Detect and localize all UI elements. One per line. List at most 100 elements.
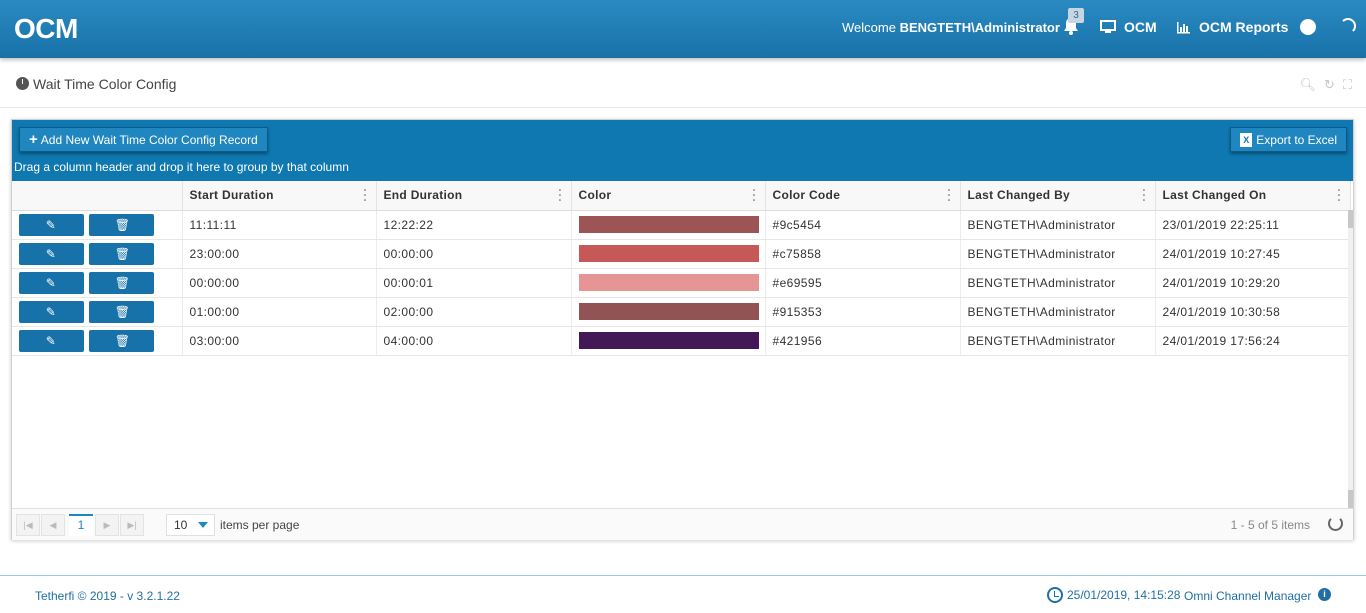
bar-chart-icon — [1177, 21, 1190, 33]
column-header-label: Last Changed On — [1162, 188, 1267, 203]
delete-button[interactable]: 🗑︎ — [88, 242, 154, 265]
edit-button[interactable]: ✎ — [19, 300, 84, 323]
cell-color — [571, 268, 766, 298]
edit-button[interactable]: ✎ — [19, 242, 84, 265]
last-page-button[interactable]: ▶| — [120, 514, 144, 536]
column-header-start-duration[interactable]: Start Duration · · · — [182, 181, 377, 211]
color-swatch — [578, 245, 759, 262]
column-menu-icon[interactable]: · · · — [558, 184, 562, 206]
column-header-label: End Duration — [383, 188, 463, 203]
nav-ocm-reports[interactable]: OCM Reports — [1176, 19, 1288, 35]
cell-color — [571, 239, 766, 269]
column-header-last-changed-by[interactable]: Last Changed By · · · — [960, 181, 1156, 211]
page-title: Wait Time Color Config — [33, 76, 177, 92]
cell-last-changed-by: BENGTETH\Administrator — [960, 297, 1156, 327]
column-header-color-code[interactable]: Color Code · · · — [765, 181, 961, 211]
welcome-user: BENGTETH\Administrator — [899, 20, 1060, 35]
clock-icon — [1047, 587, 1063, 603]
add-record-button[interactable]: + Add New Wait Time Color Config Record — [19, 127, 268, 152]
grid-pager: |◀ ◀ 1 ▶ ▶| 10 items per page 1 - 5 of 5… — [12, 508, 1353, 540]
search-icon[interactable]: 🔍︎ — [1299, 77, 1316, 93]
cell-end-duration: 00:00:00 — [376, 239, 572, 269]
color-swatch — [578, 274, 759, 291]
color-swatch — [578, 216, 759, 233]
edit-button[interactable]: ✎ — [19, 329, 84, 352]
grid-toolbar: + Add New Wait Time Color Config Record … — [12, 120, 1353, 181]
column-header-last-changed-on[interactable]: Last Changed On · · · — [1155, 181, 1351, 211]
vertical-scrollbar[interactable] — [1348, 210, 1353, 508]
cell-end-duration: 02:00:00 — [376, 297, 572, 327]
table-row[interactable]: ✎ 🗑︎ 00:00:00 00:00:01 #e69595 BENGTETH\Admi… — [12, 268, 1351, 298]
welcome-text: Welcome BENGTETH\Administrator — [842, 20, 1060, 35]
delete-button[interactable]: 🗑︎ — [88, 271, 154, 294]
export-excel-label: Export to Excel — [1256, 132, 1337, 147]
footer: Tetherfi © 2019 - v 3.2.1.22 25/01/2019,… — [0, 575, 1366, 613]
pager-info: 1 - 5 of 5 items — [1230, 518, 1310, 532]
column-header-label: Color Code — [772, 188, 841, 203]
data-grid: Start Duration · · · End Duration · · · Color ·… — [12, 181, 1351, 356]
pencil-icon: ✎ — [45, 275, 57, 290]
cell-last-changed-by: BENGTETH\Administrator — [960, 268, 1156, 298]
delete-button[interactable]: 🗑︎ — [88, 329, 154, 352]
cell-start-duration: 11:11:11 — [182, 210, 377, 240]
delete-button[interactable]: 🗑︎ — [88, 213, 154, 236]
column-menu-icon[interactable]: · · · — [363, 184, 367, 206]
column-header-end-duration[interactable]: End Duration · · · — [376, 181, 572, 211]
color-swatch — [578, 332, 759, 349]
info-icon[interactable]: i — [1318, 588, 1331, 601]
edit-button[interactable]: ✎ — [19, 213, 84, 236]
pencil-icon: ✎ — [45, 333, 57, 348]
page-header: Wait Time Color Config 🔍︎ ↻ ⛶ — [0, 62, 1366, 108]
row-actions: ✎ 🗑︎ — [12, 326, 183, 356]
datetime-text: 25/01/2019, 14:15:28 — [1067, 588, 1181, 602]
app-logo[interactable]: OCM — [14, 13, 78, 45]
table-row[interactable]: ✎ 🗑︎ 23:00:00 00:00:00 #c75858 BENGTETH\Admi… — [12, 239, 1351, 269]
excel-icon: X — [1240, 132, 1253, 147]
chevron-down-icon — [198, 522, 208, 528]
cell-last-changed-by: BENGTETH\Administrator — [960, 210, 1156, 240]
cell-last-changed-by: BENGTETH\Administrator — [960, 239, 1156, 269]
notification-badge: 3 — [1068, 8, 1084, 23]
column-header-color[interactable]: Color · · · — [571, 181, 766, 211]
column-menu-icon[interactable]: · · · — [947, 184, 951, 206]
cell-end-duration: 12:22:22 — [376, 210, 572, 240]
cell-start-duration: 23:00:00 — [182, 239, 377, 269]
export-excel-button[interactable]: X Export to Excel — [1230, 127, 1347, 152]
cell-color — [571, 297, 766, 327]
fullscreen-icon[interactable]: ⛶ — [1343, 77, 1352, 93]
cell-last-changed-on: 24/01/2019 10:30:58 — [1155, 297, 1351, 327]
scrollbar-end — [1348, 490, 1353, 508]
welcome-prefix: Welcome — [842, 20, 896, 35]
prev-page-button[interactable]: ◀ — [41, 514, 65, 536]
nav-ocm-label: OCM — [1124, 19, 1157, 35]
column-header-label: Last Changed By — [967, 188, 1071, 203]
scrollbar-thumb[interactable] — [1348, 210, 1353, 228]
page-size-select[interactable]: 10 — [166, 514, 215, 536]
refresh-icon[interactable] — [1328, 516, 1343, 531]
delete-button[interactable]: 🗑︎ — [88, 300, 154, 323]
row-actions: ✎ 🗑︎ — [12, 268, 183, 298]
top-header: OCM Welcome BENGTETH\Administrator 3 OCM… — [0, 0, 1366, 58]
column-menu-icon[interactable]: · · · — [752, 184, 756, 206]
row-actions: ✎ 🗑︎ — [12, 210, 183, 240]
refresh-icon[interactable]: ↻ — [1324, 77, 1335, 93]
table-row[interactable]: ✎ 🗑︎ 11:11:11 12:22:22 #9c5454 BENGTETH\Admi… — [12, 210, 1351, 240]
cell-last-changed-on: 24/01/2019 10:27:45 — [1155, 239, 1351, 269]
trash-icon: 🗑︎ — [114, 304, 131, 319]
next-page-button[interactable]: ▶ — [95, 514, 119, 536]
nav-ocm[interactable]: OCM — [1100, 19, 1157, 35]
table-row[interactable]: ✎ 🗑︎ 03:00:00 04:00:00 #421956 BENGTETH\Admi… — [12, 326, 1351, 356]
user-profile-icon[interactable] — [1300, 19, 1316, 35]
edit-button[interactable]: ✎ — [19, 271, 84, 294]
column-menu-icon[interactable]: · · · — [1337, 184, 1341, 206]
current-page[interactable]: 1 — [69, 514, 93, 536]
trash-icon: 🗑︎ — [114, 275, 131, 290]
first-page-button[interactable]: |◀ — [16, 514, 40, 536]
cell-end-duration: 00:00:01 — [376, 268, 572, 298]
cell-color-code: #e69595 — [765, 268, 961, 298]
column-menu-icon[interactable]: · · · — [1142, 184, 1146, 206]
table-row[interactable]: ✎ 🗑︎ 01:00:00 02:00:00 #915353 BENGTETH\Admi… — [12, 297, 1351, 327]
clock-icon — [16, 77, 29, 90]
row-actions: ✎ 🗑︎ — [12, 297, 183, 327]
group-by-drop-zone[interactable]: Drag a column header and drop it here to… — [14, 160, 349, 174]
